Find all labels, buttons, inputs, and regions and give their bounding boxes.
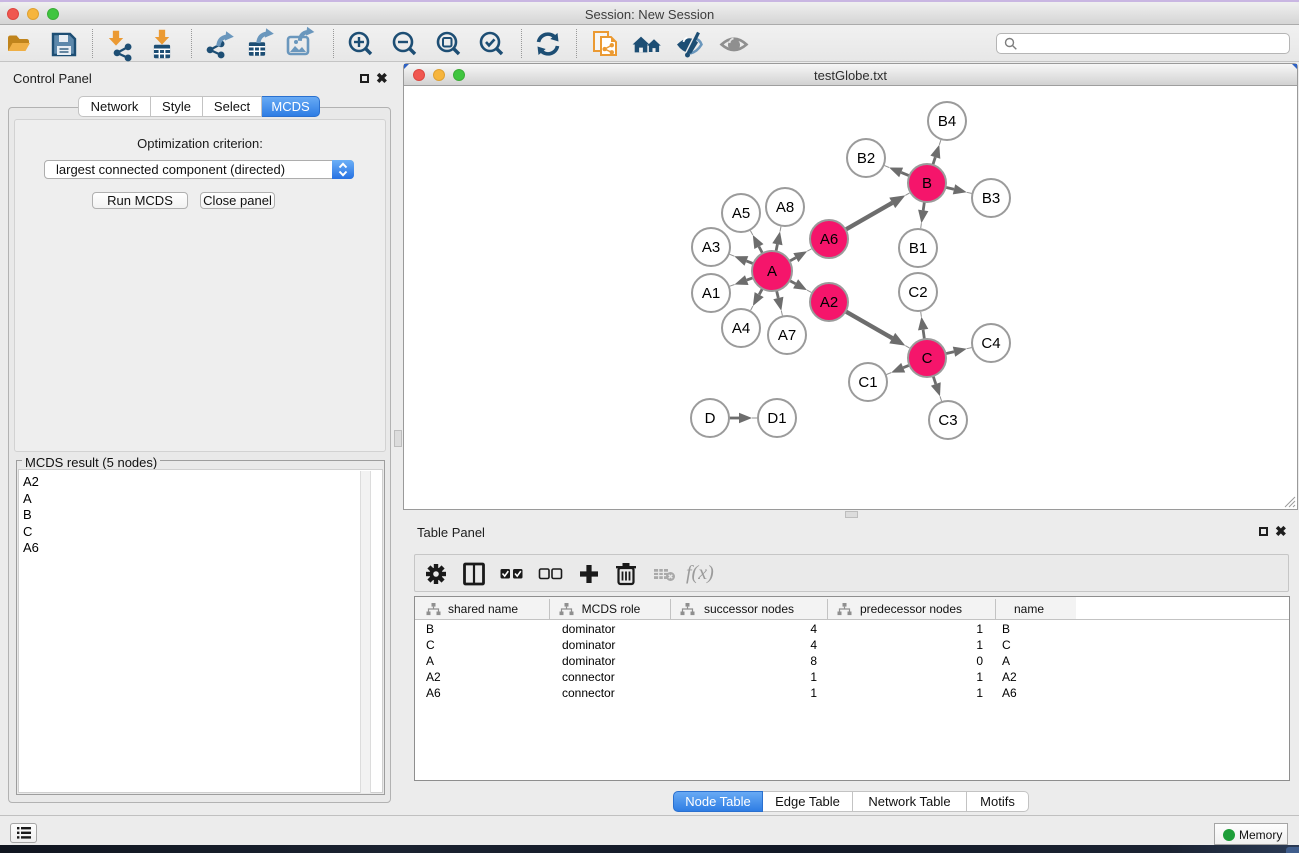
svg-text:B: B xyxy=(922,175,932,192)
svg-text:A1: A1 xyxy=(702,285,720,302)
svg-text:B3: B3 xyxy=(982,190,1000,207)
svg-text:B2: B2 xyxy=(857,150,875,167)
svg-text:C: C xyxy=(922,350,933,367)
svg-text:D: D xyxy=(705,410,716,427)
svg-text:A3: A3 xyxy=(702,239,720,256)
svg-text:C3: C3 xyxy=(938,412,957,429)
svg-text:A5: A5 xyxy=(732,205,750,222)
svg-text:B1: B1 xyxy=(909,240,927,257)
svg-text:C1: C1 xyxy=(858,374,877,391)
svg-text:A6: A6 xyxy=(820,231,838,248)
svg-text:A2: A2 xyxy=(820,294,838,311)
svg-text:A7: A7 xyxy=(778,327,796,344)
svg-text:B4: B4 xyxy=(938,113,956,130)
svg-text:A8: A8 xyxy=(776,199,794,216)
svg-text:D1: D1 xyxy=(767,410,786,427)
svg-text:C2: C2 xyxy=(908,284,927,301)
svg-text:A4: A4 xyxy=(732,320,750,337)
svg-text:C4: C4 xyxy=(981,335,1000,352)
svg-text:A: A xyxy=(767,263,777,280)
